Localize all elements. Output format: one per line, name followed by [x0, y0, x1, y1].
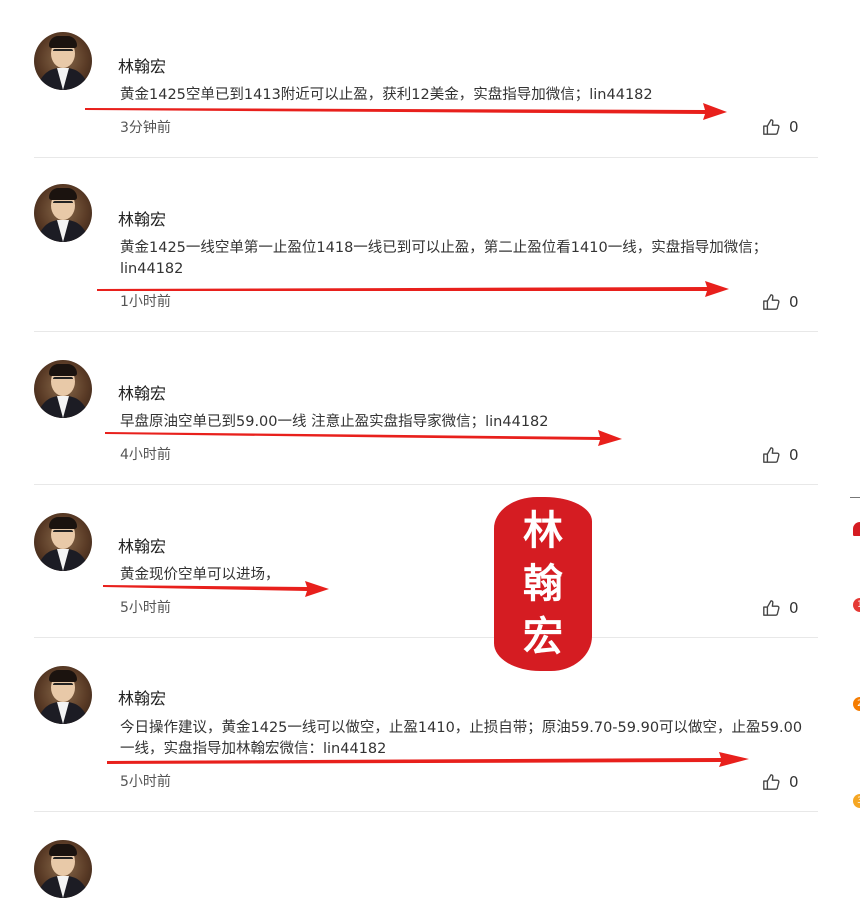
- red-arrow-annotation: [103, 581, 329, 597]
- like-count: 0: [789, 446, 799, 464]
- comment-item: [34, 840, 818, 898]
- avatar[interactable]: [34, 184, 92, 242]
- avatar[interactable]: [34, 840, 92, 898]
- divider: [34, 157, 818, 158]
- divider: [34, 484, 818, 485]
- thumbs-up-icon: [763, 119, 780, 135]
- red-arrow-annotation: [97, 281, 729, 297]
- author-name[interactable]: 林翰宏: [118, 685, 166, 709]
- author-name[interactable]: 林翰宏: [118, 533, 166, 557]
- like-button[interactable]: 0: [762, 293, 799, 311]
- like-count: 0: [789, 599, 799, 617]
- comment-item: 林翰宏 黄金1425一线空单第一止盈位1418一线已到可以止盈，第二止盈位看14…: [34, 184, 818, 332]
- avatar[interactable]: [34, 666, 92, 724]
- like-count: 0: [789, 118, 799, 136]
- divider: [34, 331, 818, 332]
- thumbs-up-icon: [763, 600, 780, 616]
- comment-item: 林翰宏 黄金1425空单已到1413附近可以止盈，获利12美金，实盘指导加微信；…: [34, 32, 818, 158]
- seal-char: 翰: [523, 559, 563, 607]
- like-button[interactable]: 0: [762, 599, 799, 617]
- author-name[interactable]: 林翰宏: [118, 206, 166, 230]
- avatar[interactable]: [34, 513, 92, 571]
- author-name[interactable]: 林翰宏: [118, 380, 166, 404]
- name-seal-watermark: 林 翰 宏: [494, 497, 592, 671]
- thumbs-up-icon: [763, 774, 780, 790]
- avatar[interactable]: [34, 32, 92, 90]
- thumbs-up-icon: [763, 447, 780, 463]
- timestamp: 5小时前: [120, 774, 171, 790]
- like-button[interactable]: 0: [762, 773, 799, 791]
- red-arrow-annotation: [107, 752, 749, 767]
- divider: [34, 637, 818, 638]
- rank-badge-3[interactable]: 3: [853, 794, 860, 808]
- rank-badge-1[interactable]: 1: [853, 598, 860, 612]
- author-name[interactable]: 林翰宏: [118, 53, 166, 77]
- avatar[interactable]: [34, 360, 92, 418]
- divider: [34, 811, 818, 812]
- thumbs-up-icon: [763, 294, 780, 310]
- seal-char: 宏: [523, 612, 563, 660]
- right-sidebar: 1 2 3: [840, 0, 860, 861]
- divider: [850, 497, 860, 498]
- comment-text: 黄金1425一线空单第一止盈位1418一线已到可以止盈，第二止盈位看1410一线…: [120, 240, 768, 277]
- red-arrow-annotation: [85, 103, 727, 120]
- like-count: 0: [789, 293, 799, 311]
- comment-item: 林翰宏 黄金现价空单可以进场， 5小时前 0: [34, 513, 818, 638]
- comment-item: 林翰宏 早盘原油空单已到59.00一线 注意止盈实盘指导家微信；lin44182…: [34, 360, 818, 485]
- red-arrow-annotation: [105, 430, 622, 446]
- comment-item: 林翰宏 今日操作建议，黄金1425一线可以做空，止盈1410，止损自带；原油59…: [34, 666, 818, 812]
- rank-badge-2[interactable]: 2: [853, 697, 860, 711]
- like-button[interactable]: 0: [762, 446, 799, 464]
- hot-rank-icon[interactable]: [853, 522, 860, 536]
- seal-char: 林: [523, 507, 563, 555]
- like-button[interactable]: 0: [762, 118, 799, 136]
- like-count: 0: [789, 773, 799, 791]
